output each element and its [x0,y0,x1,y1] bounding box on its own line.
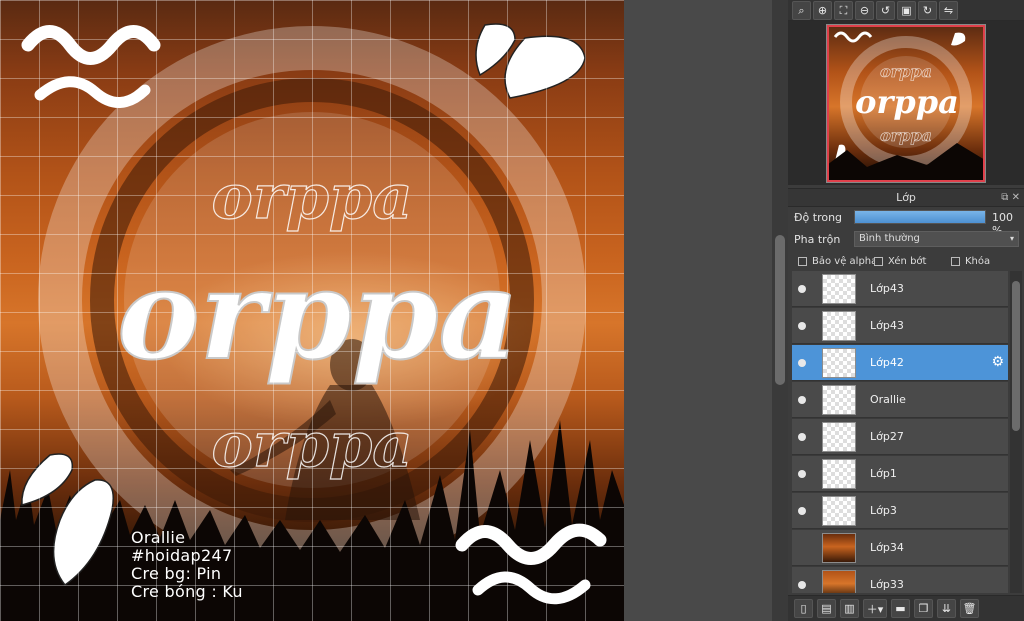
blend-mode-select[interactable]: Bình thường ▾ [854,231,1019,247]
protect-alpha-checkbox[interactable]: Bảo vệ alpha [798,256,877,267]
checkbox-box[interactable] [951,257,960,266]
layer-name: Lớp3 [870,504,897,517]
zoom-in-icon[interactable]: ⊕ [813,1,832,20]
layer-thumbnail [822,459,856,489]
layer-row[interactable]: Lớp27 [792,419,1008,455]
layer-thumbnail [822,570,856,593]
layer-name: Lớp34 [870,541,904,554]
navigator-toolbar: ⌕ ⊕ ⛶ ⊖ ↺ ▣ ↻ ⇋ [788,0,1024,21]
lock-checkbox[interactable]: Khóa [951,256,990,267]
navigator-view-rect[interactable] [827,25,985,182]
layer-row[interactable]: Lớp3 [792,493,1008,529]
layer-thumbnail [822,348,856,378]
credit-line: Orallie [131,528,186,547]
workspace-background [624,0,772,621]
layer-row[interactable]: Lớp43 [792,271,1008,307]
canvas-grid [0,0,624,621]
panel-undock-icon[interactable]: ⧉ ✕ [1001,189,1020,207]
layer-thumbnail [822,274,856,304]
layer-name: Lớp1 [870,467,897,480]
folder-icon[interactable]: ▬ [891,599,910,618]
layer-name: Lớp33 [870,578,904,591]
reset-icon[interactable]: ▣ [897,1,916,20]
layer-name: Lớp43 [870,282,904,295]
trash-icon[interactable]: 🗑 [960,599,979,618]
layer-thumbnail [822,496,856,526]
navigator-thumbnail[interactable]: orppa orppa orppa [826,24,986,183]
visibility-eye-icon[interactable] [798,470,806,478]
layer-panel-title: Lớp [896,191,916,204]
visibility-eye-icon[interactable] [798,433,806,441]
layer-thumbnail [822,385,856,415]
checkbox-box[interactable] [798,257,807,266]
add-layer-dropdown-icon[interactable]: ＋▾ [863,599,887,618]
visibility-eye-icon[interactable] [798,581,806,589]
layer-row[interactable]: Lớp43 [792,308,1008,344]
clipping-label: Xén bớt [888,256,927,267]
gear-icon[interactable]: ⚙ [991,354,1004,370]
layer-thumbnail [822,533,856,563]
layer-name: Lớp27 [870,430,904,443]
fit-icon[interactable]: ⛶ [834,1,853,20]
side-panel: ⌕ ⊕ ⛶ ⊖ ↺ ▣ ↻ ⇋ orppa orppa orppa Lớp ⧉ … [788,0,1024,621]
flip-icon[interactable]: ⇋ [939,1,958,20]
visibility-eye-icon[interactable] [798,396,806,404]
clipping-checkbox[interactable]: Xén bớt [874,256,926,267]
layer-actions-bar: ▯ ▤ ▥ ＋▾ ▬ ❐ ⇊ 🗑 [788,595,1024,621]
visibility-eye-icon[interactable] [798,507,806,515]
credit-line: #hoidap247 [131,546,233,565]
layer-name: Orallie [870,393,906,406]
layer-thumbnail [822,422,856,452]
chevron-down-icon: ▾ [1009,234,1014,243]
visibility-eye-icon[interactable] [798,285,806,293]
drawing-canvas[interactable]: orppa orppa orppa Orallie #hoidap247 Cre… [0,0,624,621]
blend-mode-value: Bình thường [859,233,920,244]
visibility-eye-icon[interactable] [798,322,806,330]
rotate-right-icon[interactable]: ↻ [918,1,937,20]
layer-row-selected[interactable]: Lớp42 ⚙ [792,345,1008,381]
opacity-slider[interactable] [854,210,986,224]
zoom-out-icon[interactable]: ⊖ [855,1,874,20]
opacity-label: Độ trong [794,211,843,224]
lock-label: Khóa [965,256,991,267]
rotate-left-icon[interactable]: ↺ [876,1,895,20]
credit-line: Cre bóng : Ku [131,582,243,601]
layer-list-scrollbar[interactable] [1010,271,1022,593]
layer-row[interactable]: Orallie [792,382,1008,418]
blend-label: Pha trộn [794,233,841,246]
scrollbar-thumb[interactable] [775,235,785,385]
protect-alpha-label: Bảo vệ alpha [812,256,878,267]
merge-down-icon[interactable]: ⇊ [937,599,956,618]
checkbox-box[interactable] [874,257,883,266]
credits-text: Orallie #hoidap247 Cre bg: Pin Cre bóng … [131,529,243,601]
new-1bit-layer-icon[interactable]: ▥ [840,599,859,618]
layer-name: Lớp43 [870,319,904,332]
layer-row[interactable]: Lớp1 [792,456,1008,492]
new-layer-icon[interactable]: ▯ [794,599,813,618]
scrollbar-thumb[interactable] [1012,281,1020,431]
credit-line: Cre bg: Pin [131,564,222,583]
opacity-slider-fill [855,211,985,223]
layer-panel-header: Lớp ⧉ ✕ [788,188,1024,207]
layer-list: Lớp43 Lớp43 Lớp42 ⚙ Orallie Lớp27 Lớp1 L… [792,271,1008,593]
layer-row[interactable]: Lớp34 [792,530,1008,566]
layer-row[interactable]: Lớp33 [792,567,1008,593]
canvas-vertical-scrollbar[interactable] [772,0,788,621]
zoom-navigator-icon[interactable]: ⌕ [792,1,811,20]
navigator-preview[interactable]: orppa orppa orppa [788,21,1024,185]
layer-thumbnail [822,311,856,341]
duplicate-layer-icon[interactable]: ❐ [914,599,933,618]
layer-name: Lớp42 [870,356,904,369]
visibility-eye-icon[interactable] [798,359,806,367]
new-halftone-layer-icon[interactable]: ▤ [817,599,836,618]
